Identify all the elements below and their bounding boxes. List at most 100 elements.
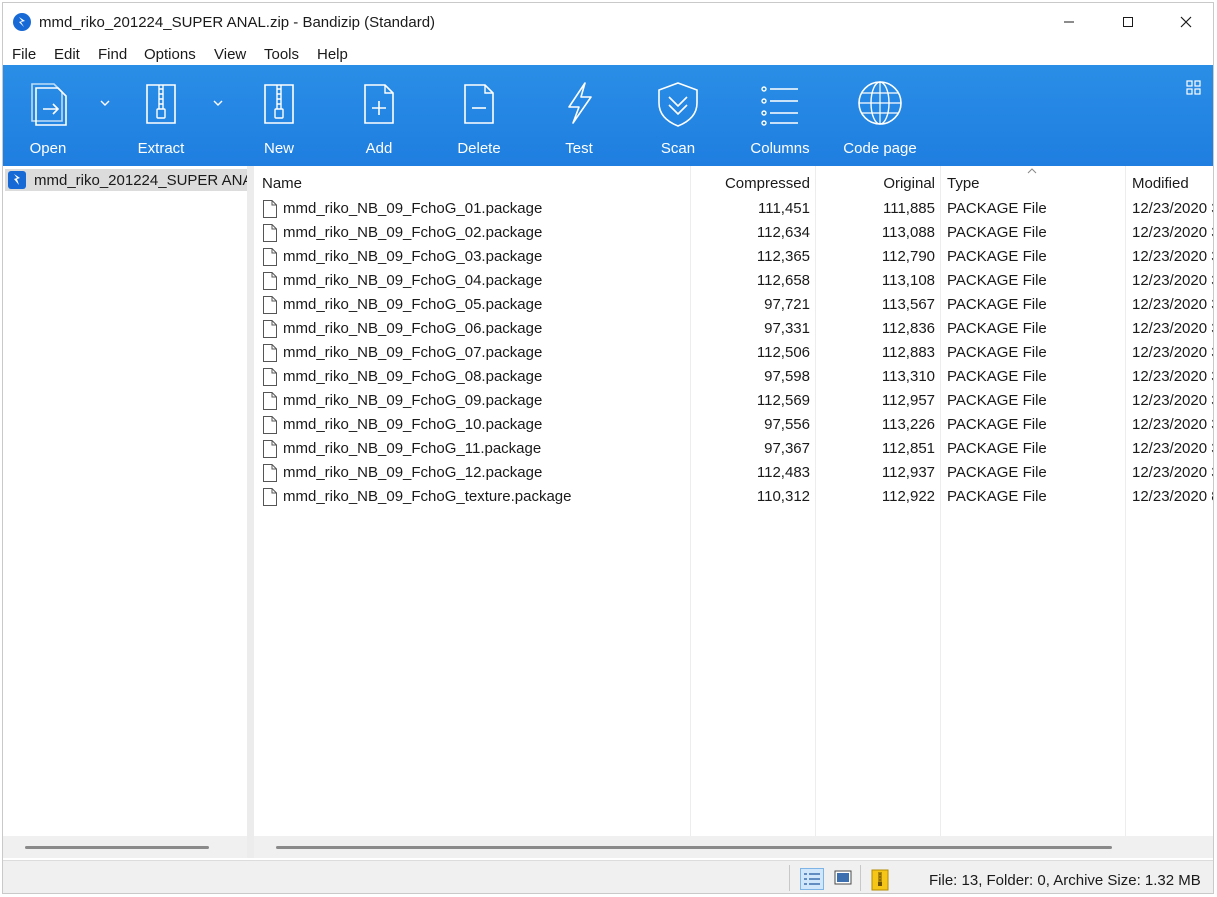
table-row[interactable]: mmd_riko_NB_09_FchoG_11.package 97,367 112… <box>254 437 1213 461</box>
status-separator <box>860 865 861 891</box>
menu-edit[interactable]: Edit <box>54 46 80 63</box>
extract-dropdown-chevron-icon[interactable] <box>212 98 224 108</box>
menu-help[interactable]: Help <box>317 46 348 63</box>
menu-view[interactable]: View <box>214 46 246 63</box>
column-header-name[interactable]: Name <box>262 175 302 192</box>
file-icon <box>263 392 277 410</box>
table-row[interactable]: mmd_riko_NB_09_FchoG_04.package 112,658 11… <box>254 269 1213 293</box>
table-row[interactable]: mmd_riko_NB_09_FchoG_09.package 112,569 11… <box>254 389 1213 413</box>
cell-compressed: 112,658 <box>756 272 810 289</box>
cell-type: PACKAGE File <box>947 368 1047 385</box>
list-horizontal-scrollbar[interactable] <box>254 836 1213 858</box>
cell-type: PACKAGE File <box>947 320 1047 337</box>
cell-original: 113,088 <box>881 224 935 241</box>
cell-name: mmd_riko_NB_09_FchoG_08.package <box>283 368 543 385</box>
zip-archive-icon <box>8 171 26 189</box>
cell-modified: 12/23/2020 3 <box>1132 464 1214 481</box>
test-button[interactable]: Test <box>546 65 612 166</box>
sort-ascending-icon <box>1027 168 1037 174</box>
new-archive-icon <box>264 84 294 124</box>
details-view-icon[interactable] <box>800 868 824 890</box>
cell-name: mmd_riko_NB_09_FchoG_05.package <box>283 296 543 313</box>
file-icon <box>263 248 277 266</box>
menu-tools[interactable]: Tools <box>264 46 299 63</box>
table-row[interactable]: mmd_riko_NB_09_FchoG_01.package 111,451 11… <box>254 197 1213 221</box>
table-row[interactable]: mmd_riko_NB_09_FchoG_06.package 97,331 112… <box>254 317 1214 341</box>
columns-button[interactable]: Columns <box>743 65 817 166</box>
cell-compressed: 112,569 <box>756 392 810 409</box>
column-header-compressed[interactable]: Compressed <box>725 175 810 192</box>
table-row[interactable]: mmd_riko_NB_09_FchoG_03.package 112,365 11… <box>254 245 1214 269</box>
new-label: New <box>263 140 294 157</box>
new-button[interactable]: New <box>246 65 312 166</box>
file-list: Name Compressed Original Type Modified m… <box>254 166 1214 836</box>
scrollbar-thumb[interactable] <box>276 846 1112 849</box>
table-row[interactable]: mmd_riko_NB_09_FchoG_08.package 97,598 113… <box>254 365 1214 389</box>
cell-type: PACKAGE File <box>947 464 1047 481</box>
extract-zipper-icon <box>146 84 176 124</box>
thumbnail-view-icon[interactable] <box>832 868 854 888</box>
cell-modified: 12/23/2020 3 <box>1132 368 1214 385</box>
cell-modified: 12/23/2020 8 <box>1132 488 1214 505</box>
scan-button[interactable]: Scan <box>645 65 711 166</box>
menu-options[interactable]: Options <box>144 46 196 63</box>
cell-type: PACKAGE File <box>947 296 1047 313</box>
code-page-button[interactable]: Code page <box>839 65 921 166</box>
table-row[interactable]: mmd_riko_NB_09_FchoG_07.package 112,506 11… <box>254 341 1213 365</box>
table-row[interactable]: mmd_riko_NB_09_FchoG_texture.package 110,… <box>254 485 1214 509</box>
panel-splitter[interactable] <box>247 166 254 858</box>
delete-file-icon <box>464 84 494 124</box>
close-icon <box>1180 16 1192 28</box>
cell-modified: 12/23/2020 3 <box>1132 224 1214 241</box>
cell-type: PACKAGE File <box>947 200 1047 217</box>
status-summary: File: 13, Folder: 0, Archive Size: 1.32 … <box>929 872 1201 889</box>
cell-modified: 12/23/2020 3 <box>1132 320 1214 337</box>
add-file-icon <box>364 84 394 124</box>
bandizip-logo-icon <box>13 13 31 31</box>
open-dropdown-chevron-icon[interactable] <box>99 98 111 108</box>
cell-compressed: 97,556 <box>764 416 810 433</box>
maximize-button[interactable] <box>1099 3 1157 41</box>
cell-name: mmd_riko_NB_09_FchoG_07.package <box>283 344 543 361</box>
table-row[interactable]: mmd_riko_NB_09_FchoG_02.package 112,634 11… <box>254 221 1214 245</box>
menu-file[interactable]: File <box>12 46 36 63</box>
open-button[interactable]: Open <box>15 65 81 166</box>
file-icon <box>263 320 277 338</box>
cell-name: mmd_riko_NB_09_FchoG_06.package <box>283 320 543 337</box>
column-header-type[interactable]: Type <box>947 175 980 192</box>
cell-original: 112,957 <box>881 392 935 409</box>
extract-label: Extract <box>137 140 185 157</box>
cell-original: 112,790 <box>881 248 935 265</box>
columns-list-icon <box>761 86 798 126</box>
table-row[interactable]: mmd_riko_NB_09_FchoG_12.package 112,483 11… <box>254 461 1214 485</box>
table-row[interactable]: mmd_riko_NB_09_FchoG_10.package 97,556 113… <box>254 413 1213 437</box>
column-header-original[interactable]: Original <box>883 175 935 192</box>
cell-name: mmd_riko_NB_09_FchoG_10.package <box>283 416 543 433</box>
add-button[interactable]: Add <box>346 65 412 166</box>
layout-grid-icon[interactable] <box>1185 79 1203 97</box>
delete-button[interactable]: Delete <box>446 65 512 166</box>
minimize-icon <box>1064 21 1074 23</box>
cell-name: mmd_riko_NB_09_FchoG_09.package <box>283 392 543 409</box>
column-header-modified[interactable]: Modified <box>1132 175 1189 192</box>
cell-modified: 12/23/2020 3 <box>1132 248 1214 265</box>
extract-button[interactable]: Extract <box>127 65 195 166</box>
tree-horizontal-scrollbar[interactable] <box>3 836 247 858</box>
scrollbar-thumb[interactable] <box>25 846 209 849</box>
file-icon <box>263 224 277 242</box>
title-bar[interactable]: mmd_riko_201224_SUPER ANAL.zip - Bandizi… <box>3 3 1213 41</box>
test-label: Test <box>565 140 593 157</box>
columns-label: Columns <box>750 140 810 157</box>
lightning-icon <box>568 82 592 124</box>
file-icon <box>263 488 277 506</box>
minimize-button[interactable] <box>1040 3 1098 41</box>
cell-compressed: 112,506 <box>756 344 810 361</box>
archive-info-icon[interactable] <box>869 868 891 892</box>
cell-type: PACKAGE File <box>947 344 1047 361</box>
tree-item-archive-root[interactable]: mmd_riko_201224_SUPER ANAL.zip <box>5 169 247 191</box>
table-row[interactable]: mmd_riko_NB_09_FchoG_05.package 97,721 113… <box>254 293 1213 317</box>
file-icon <box>263 368 277 386</box>
cell-type: PACKAGE File <box>947 272 1047 289</box>
menu-find[interactable]: Find <box>98 46 127 63</box>
close-button[interactable] <box>1157 3 1213 41</box>
